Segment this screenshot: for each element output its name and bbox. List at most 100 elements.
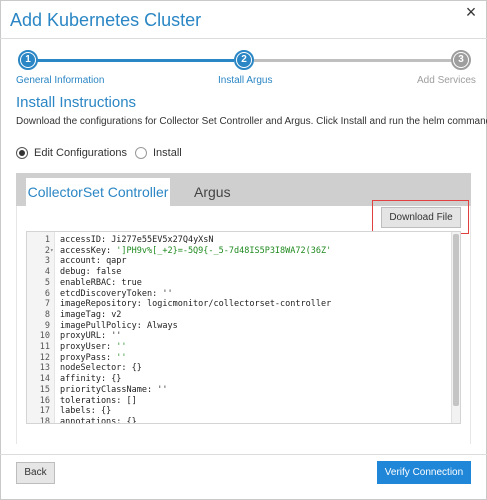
code-text: affinity: {} (60, 374, 121, 385)
code-key: accessID: (60, 235, 112, 245)
line-number: 6 (44, 288, 50, 299)
tab-argus[interactable]: Argus (194, 178, 231, 206)
code-key: proxyUser: (60, 342, 117, 352)
code-text: annotations: {} (60, 416, 137, 424)
editor-scrollbar[interactable] (451, 232, 460, 423)
header-divider (0, 38, 487, 39)
code-text: etcdDiscoveryToken: '' (60, 289, 173, 300)
config-code-editor[interactable]: 1 accessID: Ji277e55EV5x27Q4yXsN 2 ▾ accessK… (26, 231, 461, 424)
line-number: 17 (39, 406, 50, 417)
code-text: labels: {} (60, 406, 111, 417)
code-text: accessID: Ji277e55EV5x27Q4yXsN (60, 235, 214, 246)
code-key: etcdDiscoveryToken: (60, 288, 163, 299)
code-text: enableRBAC: true (60, 278, 142, 289)
code-text: tolerations: [] (60, 396, 137, 407)
code-text: proxyPass: '' (60, 353, 127, 364)
line-number: 8 (44, 309, 50, 320)
code-value: logicmonitor/collectorset-controller (147, 299, 332, 310)
code-text: proxyUser: '' (60, 342, 127, 353)
line-number: 4 (44, 267, 50, 278)
step-3-label: Add Services (417, 75, 476, 86)
code-key: labels: (60, 406, 101, 417)
code-text: account: qapr (60, 256, 127, 267)
code-key: imageTag: (60, 309, 112, 320)
step-3-indicator: 3 (451, 50, 471, 70)
footer-divider (0, 454, 487, 455)
line-number: 16 (39, 395, 50, 406)
code-value: qapr (106, 256, 127, 267)
edit-configurations-radio[interactable] (16, 147, 28, 159)
step-2-label[interactable]: Install Argus (218, 75, 272, 86)
code-text: proxyURL: '' (60, 331, 121, 342)
line-number: 18 (39, 416, 50, 424)
install-instructions-title: Install Instructions (16, 94, 137, 111)
code-value: '' (116, 352, 127, 363)
code-text: accessKey: ']PH9v%[_+2}=-5Q9{-_5-7d48IS5… (60, 246, 331, 257)
code-value: true (121, 277, 142, 288)
code-key: account: (60, 256, 107, 267)
code-value: [] (126, 395, 137, 406)
install-radio[interactable] (135, 147, 147, 159)
line-number: 15 (39, 384, 50, 395)
verify-connection-button[interactable]: Verify Connection (377, 461, 471, 484)
line-number: 2 (44, 245, 50, 256)
code-value: v2 (111, 309, 122, 320)
code-key: annotations: (60, 416, 127, 424)
step-1-number: 1 (21, 53, 35, 67)
code-key: accessKey: (60, 245, 117, 256)
line-number: 7 (44, 299, 50, 310)
code-value: {} (111, 374, 122, 385)
edit-configurations-label: Edit Configurations (34, 147, 127, 159)
code-key: proxyPass: (60, 352, 117, 363)
dialog-title: Add Kubernetes Cluster (10, 10, 202, 30)
code-value: {} (131, 363, 142, 374)
line-number: 3 (44, 256, 50, 267)
install-option[interactable]: Install (135, 146, 182, 160)
code-value: {} (126, 416, 137, 424)
code-text: priorityClassName: '' (60, 385, 167, 396)
code-value: ']PH9v%[_+2}=-5Q9{-_5-7d48IS5P3I8WA72(36… (116, 245, 332, 256)
back-button[interactable]: Back (16, 462, 55, 484)
fold-toggle-icon[interactable]: ▾ (50, 246, 55, 257)
code-value: '' (157, 384, 168, 395)
install-label: Install (153, 147, 182, 159)
step-3-number: 3 (454, 53, 468, 67)
close-icon[interactable]: × (463, 3, 479, 21)
step-2-indicator[interactable]: 2 (234, 50, 254, 70)
download-file-button[interactable]: Download File (381, 207, 461, 228)
step-1-indicator[interactable]: 1 (18, 50, 38, 70)
line-number: 13 (39, 363, 50, 374)
code-key: debug: (60, 267, 96, 278)
editor-scroll-thumb[interactable] (453, 234, 459, 406)
code-key: proxyURL: (60, 331, 112, 342)
code-value: {} (100, 406, 112, 417)
code-text: nodeSelector: {} (60, 363, 142, 374)
step-2-number: 2 (237, 53, 251, 67)
stepper-remaining-line (254, 59, 451, 62)
code-key: tolerations: (60, 395, 127, 406)
code-text: imageTag: v2 (60, 310, 121, 321)
edit-configurations-option[interactable]: Edit Configurations (16, 146, 127, 160)
step-1-label[interactable]: General Information (16, 75, 104, 86)
code-value: Ji277e55EV5x27Q4yXsN (111, 235, 214, 245)
code-value: '' (162, 288, 173, 299)
code-text: imagePullPolicy: Always (60, 321, 178, 332)
code-key: priorityClassName: (60, 384, 158, 395)
code-key: affinity: (60, 374, 112, 385)
line-number: 12 (39, 352, 50, 363)
tab-collectorset-controller[interactable]: CollectorSet Controller (26, 178, 170, 206)
line-number: 11 (39, 342, 50, 352)
code-key: imagePullPolicy: (60, 320, 147, 331)
stepper-progress-line (28, 59, 234, 62)
line-number: 1 (44, 235, 50, 245)
line-number: 9 (44, 320, 50, 331)
code-key: imageRepository: (60, 299, 147, 310)
line-number: 10 (39, 331, 50, 342)
install-instructions-description: Download the configurations for Collecto… (16, 116, 487, 127)
code-key: nodeSelector: (60, 363, 132, 374)
code-value: '' (111, 331, 122, 342)
line-number: 14 (39, 374, 50, 385)
code-value: Always (147, 320, 178, 331)
code-text: imageRepository: logicmonitor/collectors… (60, 299, 331, 310)
code-key: enableRBAC: (60, 277, 122, 288)
